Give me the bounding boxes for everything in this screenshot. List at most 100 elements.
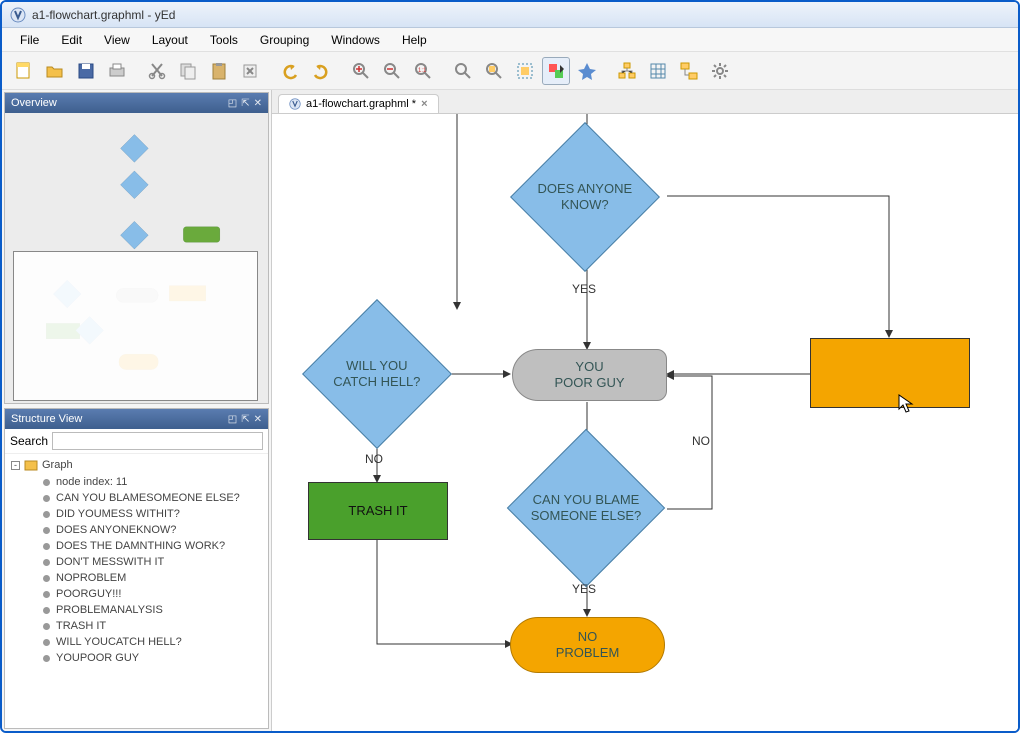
cut-button[interactable] (143, 57, 171, 85)
zoom-in-button[interactable] (347, 57, 375, 85)
select-area-button[interactable] (511, 57, 539, 85)
print-icon (107, 61, 127, 81)
new-file-icon (14, 61, 34, 81)
zoom-reset-button[interactable]: 1:1 (409, 57, 437, 85)
node-can-you-blame[interactable]: CAN YOU BLAME SOMEONE ELSE? (507, 429, 665, 587)
canvas[interactable]: DOES ANYONE KNOW? WILL YOU CATCH HELL? Y… (272, 114, 1018, 731)
overview-header[interactable]: Overview ◰ ⇱ ✕ (5, 93, 268, 113)
toolbar: 1:1 (2, 52, 1018, 90)
delete-button[interactable] (236, 57, 264, 85)
search-row: Search (5, 429, 268, 454)
menu-layout[interactable]: Layout (142, 30, 198, 50)
zoom-in-icon (351, 61, 371, 81)
title-bar: a1-flowchart.graphml - yEd (2, 2, 1018, 28)
node-you-poor-guy[interactable]: YOU POOR GUY (512, 349, 667, 401)
structure-controls: ◰ ⇱ ✕ (228, 414, 262, 425)
fit-content-button[interactable] (449, 57, 477, 85)
menu-edit[interactable]: Edit (51, 30, 92, 50)
undo-button[interactable] (276, 57, 304, 85)
new-file-button[interactable] (10, 57, 38, 85)
redo-button[interactable] (307, 57, 335, 85)
search-input[interactable] (52, 432, 263, 450)
tree-root-label: Graph (42, 459, 73, 471)
content-area: Overview ◰ ⇱ ✕ (2, 90, 1018, 731)
tree-collapse-icon[interactable]: - (11, 461, 20, 470)
panel-pin-icon[interactable]: ⇱ (241, 98, 249, 109)
tree-node[interactable]: NOPROBLEM (11, 570, 262, 586)
tree-node[interactable]: TRASH IT (11, 618, 262, 634)
panel-float-icon[interactable]: ◰ (228, 98, 237, 109)
node-orange-box[interactable] (810, 338, 970, 408)
tree-node[interactable]: node index: 11 (11, 474, 262, 490)
hierarchy-icon (617, 61, 637, 81)
overview-title: Overview (11, 97, 57, 109)
app-icon (289, 98, 301, 110)
undo-icon (280, 61, 300, 81)
nav-icon (577, 61, 597, 81)
mouse-cursor-icon (898, 394, 914, 414)
tree-root[interactable]: - Graph (11, 458, 262, 472)
window-title: a1-flowchart.graphml - yEd (32, 8, 175, 22)
paste-button[interactable] (205, 57, 233, 85)
tree-node[interactable]: DID YOUMESS WITHIT? (11, 506, 262, 522)
tree-node[interactable]: YOUPOOR GUY (11, 650, 262, 666)
panel-float-icon[interactable]: ◰ (228, 414, 237, 425)
structure-tree[interactable]: - Graph node index: 11 CAN YOU BLAMESOME… (5, 454, 268, 670)
tree-node[interactable]: WILL YOUCATCH HELL? (11, 634, 262, 650)
tree-node[interactable]: POORGUY!!! (11, 586, 262, 602)
panel-pin-icon[interactable]: ⇱ (241, 414, 249, 425)
edge-label-no: NO (692, 434, 710, 448)
zoom-11-icon: 1:1 (413, 61, 433, 81)
orthogonal-icon (679, 61, 699, 81)
node-does-anyone-know[interactable]: DOES ANYONE KNOW? (510, 122, 660, 272)
overview-body[interactable] (5, 113, 268, 403)
menu-windows[interactable]: Windows (321, 30, 390, 50)
structure-title: Structure View (11, 413, 82, 425)
tab-close-icon[interactable]: × (421, 98, 427, 110)
tree-node[interactable]: PROBLEMANALYSIS (11, 602, 262, 618)
graph-folder-icon (24, 458, 38, 472)
grid-icon (648, 61, 668, 81)
menu-grouping[interactable]: Grouping (250, 30, 319, 50)
app-window: a1-flowchart.graphml - yEd File Edit Vie… (0, 0, 1020, 733)
orthogonal-button[interactable] (675, 57, 703, 85)
panel-close-icon[interactable]: ✕ (254, 98, 262, 109)
zoom-out-button[interactable] (378, 57, 406, 85)
structure-header[interactable]: Structure View ◰ ⇱ ✕ (5, 409, 268, 429)
copy-button[interactable] (174, 57, 202, 85)
copy-icon (178, 61, 198, 81)
menu-bar: File Edit View Layout Tools Grouping Win… (2, 28, 1018, 52)
save-button[interactable] (72, 57, 100, 85)
zoom-out-icon (382, 61, 402, 81)
sidebar: Overview ◰ ⇱ ✕ (2, 90, 272, 731)
panel-close-icon[interactable]: ✕ (254, 414, 262, 425)
settings-button[interactable] (706, 57, 734, 85)
edit-mode-icon (546, 61, 566, 81)
menu-view[interactable]: View (94, 30, 140, 50)
zoom-selection-button[interactable] (480, 57, 508, 85)
document-tab[interactable]: a1-flowchart.graphml * × (278, 94, 439, 113)
edge-label-yes: YES (572, 582, 596, 596)
structure-panel: Structure View ◰ ⇱ ✕ Search - (4, 408, 269, 729)
print-button[interactable] (103, 57, 131, 85)
menu-file[interactable]: File (10, 30, 49, 50)
node-will-you-catch-hell[interactable]: WILL YOU CATCH HELL? (302, 299, 452, 449)
edit-mode-button[interactable] (542, 57, 570, 85)
open-file-button[interactable] (41, 57, 69, 85)
cut-icon (147, 61, 167, 81)
node-no-problem[interactable]: NO PROBLEM (510, 617, 665, 673)
menu-tools[interactable]: Tools (200, 30, 248, 50)
menu-help[interactable]: Help (392, 30, 437, 50)
grid-button[interactable] (644, 57, 672, 85)
tree-node[interactable]: CAN YOU BLAMESOMEONE ELSE? (11, 490, 262, 506)
redo-icon (311, 61, 331, 81)
node-trash-it[interactable]: TRASH IT (308, 482, 448, 540)
tree-node[interactable]: DOES THE DAMNTHING WORK? (11, 538, 262, 554)
tree-node[interactable]: DOES ANYONEKNOW? (11, 522, 262, 538)
paste-icon (209, 61, 229, 81)
main-area: a1-flowchart.graphml * × (272, 90, 1018, 731)
navigation-mode-button[interactable] (573, 57, 601, 85)
hierarchy-button[interactable] (613, 57, 641, 85)
tree-node[interactable]: DON'T MESSWITH IT (11, 554, 262, 570)
save-icon (76, 61, 96, 81)
